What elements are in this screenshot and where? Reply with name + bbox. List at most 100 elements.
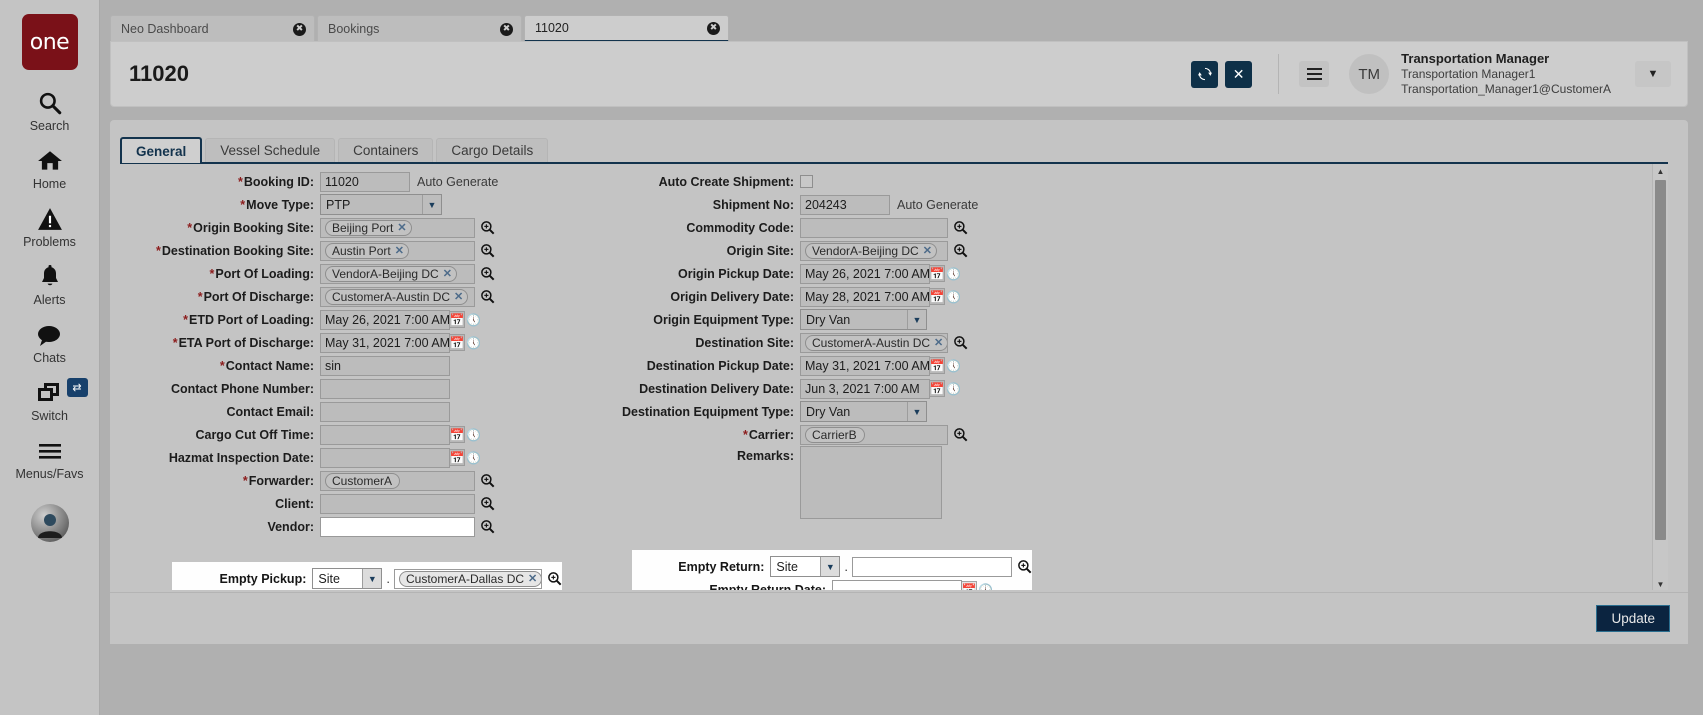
sidebar-item-switch[interactable]: ⇄ Switch <box>0 378 100 423</box>
empty-return-site-input[interactable] <box>852 556 1012 577</box>
clock-icon[interactable]: 🕔 <box>466 334 481 351</box>
chevron-down-icon[interactable]: ▼ <box>907 310 926 329</box>
sidebar-item-menus-favs[interactable]: Menus/Favs <box>0 436 100 481</box>
cargo-cut-off-time-input[interactable] <box>320 424 450 445</box>
move-type-select[interactable]: PTP ▼ <box>320 194 442 215</box>
origin-pickup-date-input[interactable]: May 26, 2021 7:00 AM <box>800 263 930 284</box>
calendar-icon[interactable]: 📅 <box>962 581 977 590</box>
hazmat-inspection-date-input[interactable] <box>320 447 450 468</box>
search-lookup-icon[interactable] <box>480 289 495 304</box>
search-lookup-icon[interactable] <box>480 266 495 281</box>
search-lookup-icon[interactable] <box>953 243 968 258</box>
form-vertical-scrollbar[interactable]: ▲ ▼ <box>1652 164 1668 590</box>
chevron-down-icon[interactable]: ▼ <box>907 402 926 421</box>
contact-name-input[interactable]: sin <box>320 355 450 376</box>
empty-pickup-site-input[interactable]: CustomerA-Dallas DC ✕ <box>394 568 542 589</box>
origin-equipment-type-select[interactable]: Dry Van ▼ <box>800 309 927 330</box>
scrollbar-thumb[interactable] <box>1655 180 1666 540</box>
search-lookup-icon[interactable] <box>480 473 495 488</box>
search-lookup-icon[interactable] <box>953 220 968 235</box>
search-lookup-icon[interactable] <box>547 571 562 586</box>
clock-icon[interactable]: 🕔 <box>946 288 961 305</box>
close-icon[interactable]: ✖ <box>500 22 513 36</box>
chevron-down-icon[interactable]: ▼ <box>422 195 441 214</box>
calendar-icon[interactable]: 📅 <box>450 449 465 466</box>
search-lookup-icon[interactable] <box>480 496 495 511</box>
forwarder-input[interactable]: CustomerA <box>320 470 475 491</box>
chevron-down-icon[interactable]: ▼ <box>362 569 382 588</box>
clock-icon[interactable]: 🕔 <box>466 426 481 443</box>
tab-general[interactable]: General <box>120 137 203 163</box>
origin-site-input[interactable]: VendorA-Beijing DC ✕ <box>800 240 948 261</box>
chip-remove-icon[interactable]: ✕ <box>454 290 463 303</box>
commodity-code-input[interactable] <box>800 217 948 238</box>
calendar-icon[interactable]: 📅 <box>930 357 945 374</box>
empty-pickup-type-select[interactable]: Site ▼ <box>312 568 383 589</box>
destination-site-input[interactable]: CustomerA-Austin DC ✕ <box>800 332 948 353</box>
calendar-icon[interactable]: 📅 <box>930 288 945 305</box>
avatar[interactable]: TM <box>1349 54 1390 94</box>
clock-icon[interactable]: 🕔 <box>466 449 481 466</box>
tab-cargo-details[interactable]: Cargo Details <box>436 138 549 163</box>
remarks-textarea[interactable] <box>800 446 942 519</box>
empty-return-type-select[interactable]: Site ▼ <box>770 556 841 577</box>
browser-tab-neo-dashboard[interactable]: Neo Dashboard ✖ <box>110 15 315 42</box>
etd-port-of-loading-input[interactable]: May 26, 2021 7:00 AM <box>320 309 450 330</box>
eta-port-of-discharge-input[interactable]: May 31, 2021 7:00 AM <box>320 332 450 353</box>
search-lookup-icon[interactable] <box>953 427 968 442</box>
chip[interactable]: Beijing Port ✕ <box>325 219 412 236</box>
chip[interactable]: CustomerA-Dallas DC ✕ <box>399 570 541 587</box>
chip-remove-icon[interactable]: ✕ <box>528 572 537 585</box>
auto-create-shipment-checkbox[interactable] <box>800 175 813 188</box>
search-lookup-icon[interactable] <box>953 335 968 350</box>
search-lookup-icon[interactable] <box>480 220 495 235</box>
contact-email-input[interactable] <box>320 401 450 422</box>
close-record-button[interactable]: ✕ <box>1225 60 1253 88</box>
destination-pickup-date-input[interactable]: May 31, 2021 7:00 AM <box>800 355 930 376</box>
shipment-no-input[interactable]: 204243 <box>800 194 890 215</box>
sidebar-item-chats[interactable]: Chats <box>0 320 100 365</box>
user-menu-button[interactable]: ▼ <box>1635 61 1671 87</box>
calendar-icon[interactable]: 📅 <box>450 311 465 328</box>
client-input[interactable] <box>320 493 475 514</box>
booking-id-input[interactable]: 11020 <box>320 171 410 192</box>
chip[interactable]: VendorA-Beijing DC ✕ <box>325 265 457 282</box>
switch-badge-icon[interactable]: ⇄ <box>66 378 88 397</box>
carrier-input[interactable]: CarrierB <box>800 424 948 445</box>
calendar-icon[interactable]: 📅 <box>930 380 945 397</box>
search-lookup-icon[interactable] <box>480 243 495 258</box>
chip[interactable]: CustomerA-Austin DC ✕ <box>805 334 947 351</box>
clock-icon[interactable]: 🕔 <box>946 380 961 397</box>
chip[interactable]: CustomerA-Austin DC ✕ <box>325 288 469 305</box>
sidebar-item-problems[interactable]: Problems <box>0 204 100 249</box>
close-icon[interactable]: ✖ <box>293 22 306 36</box>
chip-remove-icon[interactable]: ✕ <box>443 267 452 280</box>
destination-booking-site-input[interactable]: Austin Port ✕ <box>320 240 475 261</box>
calendar-icon[interactable]: 📅 <box>930 265 945 282</box>
update-button[interactable]: Update <box>1596 605 1670 632</box>
sidebar-user-avatar[interactable] <box>30 504 69 542</box>
origin-booking-site-input[interactable]: Beijing Port ✕ <box>320 217 475 238</box>
refresh-button[interactable] <box>1191 60 1219 88</box>
vendor-input[interactable] <box>320 516 475 537</box>
chip-remove-icon[interactable]: ✕ <box>395 244 404 257</box>
search-lookup-icon[interactable] <box>1017 559 1032 574</box>
chip[interactable]: VendorA-Beijing DC ✕ <box>805 242 937 259</box>
chip-remove-icon[interactable]: ✕ <box>923 244 932 257</box>
browser-tab-bookings[interactable]: Bookings ✖ <box>317 15 522 42</box>
chevron-down-icon[interactable]: ▼ <box>820 557 840 576</box>
sidebar-item-home[interactable]: Home <box>0 146 100 191</box>
search-lookup-icon[interactable] <box>480 519 495 534</box>
browser-tab-11020[interactable]: 11020 ✖ <box>524 15 729 42</box>
sidebar-item-alerts[interactable]: Alerts <box>0 262 100 307</box>
sidebar-item-search[interactable]: Search <box>0 88 100 133</box>
tab-vessel-schedule[interactable]: Vessel Schedule <box>205 138 336 163</box>
clock-icon[interactable]: 🕔 <box>466 311 481 328</box>
clock-icon[interactable]: 🕔 <box>978 581 993 591</box>
destination-delivery-date-input[interactable]: Jun 3, 2021 7:00 AM <box>800 378 930 399</box>
scroll-up-icon[interactable]: ▲ <box>1653 164 1668 179</box>
chip-remove-icon[interactable]: ✕ <box>397 221 406 234</box>
empty-return-date-input[interactable] <box>832 579 962 590</box>
clock-icon[interactable]: 🕔 <box>946 357 961 374</box>
contact-phone-input[interactable] <box>320 378 450 399</box>
